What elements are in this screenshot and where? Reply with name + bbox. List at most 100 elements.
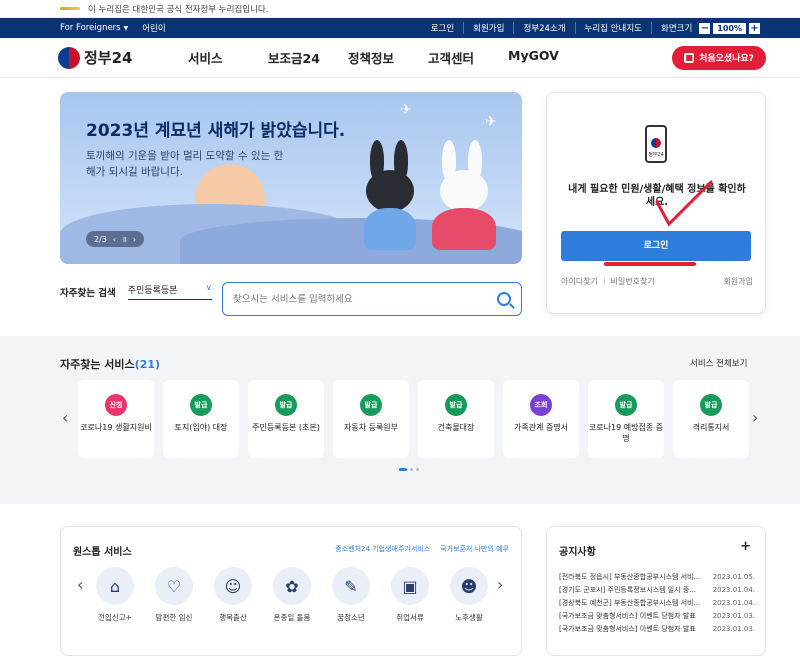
util-about-link[interactable]: 정부24소개: [513, 22, 574, 34]
login-button[interactable]: 로그인: [561, 231, 751, 261]
gov-banner-text: 이 누리집은 대한민국 공식 전자정부 누리집입니다.: [88, 4, 269, 15]
service-card[interactable]: 신청 코로나19 생활지원비: [78, 380, 154, 458]
nav-item-subsidy[interactable]: 보조금24: [268, 48, 348, 67]
frequent-search-select[interactable]: 주민등록등본 ∨: [127, 283, 212, 300]
pregnancy-icon: ♡: [155, 567, 193, 605]
sme-lifecycle-link[interactable]: 중소벤처24 기업생애주기서비스: [335, 544, 430, 554]
notice-row-date: 2023.01.05.: [712, 573, 755, 581]
service-badge: 발급: [275, 394, 297, 416]
for-foreigners-menu[interactable]: For Foreigners ▼: [60, 23, 128, 33]
service-badge: 발급: [360, 394, 382, 416]
onestop-item-label: 노후생활: [455, 613, 483, 622]
notice-row-title: [국가보조금 맞춤형서비스] 이벤트 당첨자 발표: [559, 612, 696, 620]
notice-row-date: 2023.01.03.: [712, 612, 755, 620]
black-rabbit-illustration: [362, 140, 418, 250]
service-name: 토지(임야) 대장: [174, 423, 228, 432]
veterans-link[interactable]: 국가보훈처 나만의 예우: [440, 544, 509, 554]
logo-text: 정부24: [84, 49, 133, 67]
frequent-services: 자주찾는 서비스(21) 서비스 전체보기 ‹ › 신청 코로나19 생활지원비…: [0, 336, 800, 504]
view-all-services-link[interactable]: 서비스 전체보기: [690, 357, 747, 369]
service-name: 주민등록등본 (초본): [252, 423, 320, 432]
zoom-out-button[interactable]: −: [699, 22, 711, 34]
pause-icon[interactable]: ॥: [122, 234, 127, 245]
onestop-item-label: 온종일 돌봄: [273, 613, 311, 622]
nav-item-policy[interactable]: 정책정보: [348, 48, 428, 67]
notice-row[interactable]: [경기도 군포시] 주민등록정보시스템 일시 중... 2023.01.04.: [559, 584, 755, 597]
frequent-search: 자주찾는 검색 주민등록등본 ∨: [60, 283, 212, 300]
chevron-left-icon[interactable]: ‹: [77, 575, 83, 594]
onestop-item[interactable]: ✿ 온종일 돌봄: [272, 567, 312, 623]
chevron-left-icon[interactable]: ‹: [62, 408, 68, 427]
mobile-phone-icon: 정부24: [645, 125, 667, 163]
hero-banner[interactable]: ✈ ✈ 2023년 계묘년 새해가 밝았습니다. 토끼해의 기운을 받아 멀리 …: [60, 92, 522, 264]
notice-row[interactable]: [경상북도 예천군] 부동산종합공부시스템 서비... 2023.01.04.: [559, 597, 755, 610]
service-card[interactable]: 발급 주민등록등본 (초본): [248, 380, 324, 458]
nav-item-services[interactable]: 서비스: [188, 48, 268, 67]
onestop-item[interactable]: ☺ 행복출산: [213, 567, 253, 623]
nav-item-mygov[interactable]: MyGOV: [508, 48, 588, 67]
prev-icon[interactable]: ‹: [113, 235, 116, 244]
nav-item-support[interactable]: 고객센터: [428, 48, 508, 67]
onestop-item-label: 취업서류: [396, 613, 424, 622]
service-card[interactable]: 발급 토지(임야) 대장: [163, 380, 239, 458]
utility-bar: For Foreigners ▼ 어린이 로그인 회원가입 정부24소개 누리집 …: [0, 18, 800, 38]
search-input[interactable]: [233, 293, 497, 305]
baby-icon: ☺: [214, 567, 252, 605]
service-badge: 조회: [530, 394, 552, 416]
find-password-link[interactable]: 비밀번호찾기: [611, 276, 655, 287]
util-sitemap-link[interactable]: 누리집 안내지도: [574, 22, 651, 34]
join-link[interactable]: 회원가입: [724, 276, 753, 287]
site-logo[interactable]: 정부24: [58, 46, 188, 69]
service-name: 가족관계 증명서: [513, 423, 569, 432]
onestop-item-label: 맘편한 임신: [155, 613, 193, 622]
gov-emblem-icon: [60, 4, 80, 13]
kids-link[interactable]: 어린이: [142, 22, 165, 34]
onestop-title: 원스톱 서비스: [73, 547, 132, 558]
onestop-item[interactable]: ▣ 취업서류: [390, 567, 430, 623]
zoom-label: 화면크기: [661, 24, 693, 34]
chevron-right-icon[interactable]: ›: [752, 408, 758, 427]
caret-down-icon: ▼: [123, 25, 129, 32]
zoom-in-button[interactable]: +: [749, 22, 760, 34]
onestop-item-label: 전입신고+: [98, 613, 132, 622]
carousel-pager: 2/3 ‹ ॥ ›: [86, 231, 145, 247]
search-icon[interactable]: [497, 292, 511, 306]
service-card[interactable]: 발급 코로나19 예방접종 증명: [588, 380, 664, 458]
notice-row[interactable]: [국가보조금 맞춤형서비스] 이벤트 당첨자 발표 2023.01.03.: [559, 610, 755, 623]
find-id-link[interactable]: 아이디찾기: [561, 276, 598, 287]
service-card[interactable]: 발급 건축물대장: [418, 380, 494, 458]
login-message: 내게 필요한 민원/생활/혜택 정보를 확인하세요.: [568, 184, 746, 208]
notice-row-title: [경상북도 예천군] 부동산종합공부시스템 서비...: [559, 599, 701, 607]
onestop-item[interactable]: ☻ 노후생활: [449, 567, 489, 623]
onestop-item-label: 행복출산: [219, 613, 247, 622]
first-visit-button[interactable]: ■ 처음오셨나요?: [672, 45, 766, 70]
service-card[interactable]: 발급 자동차 등록원부: [333, 380, 409, 458]
service-card[interactable]: 발급 격리통지서: [673, 380, 749, 458]
service-name: 자동차 등록원부: [343, 423, 399, 432]
next-icon[interactable]: ›: [133, 235, 136, 244]
onestop-item[interactable]: ♡ 맘편한 임신: [154, 567, 194, 623]
service-name: 코로나19 예방접종 증명: [588, 423, 664, 443]
notice-row[interactable]: [전라북도 정읍시] 부동산종합공부시스템 서비... 2023.01.05.: [559, 571, 755, 584]
onestop-item[interactable]: ✎ 꿈정소년: [331, 567, 371, 623]
search-box: [222, 282, 522, 316]
chevron-right-icon[interactable]: ›: [497, 575, 503, 594]
service-name: 건축물대장: [437, 423, 475, 432]
util-login-link[interactable]: 로그인: [422, 22, 463, 34]
elder-icon: ☻: [450, 567, 488, 605]
notice-row-title: [경기도 군포시] 주민등록정보시스템 일시 중...: [559, 586, 696, 594]
service-badge: 발급: [700, 394, 722, 416]
notice-title: 공지사항: [559, 547, 596, 558]
notice-panel: 공지사항 + [전라북도 정읍시] 부동산종합공부시스템 서비... 2023.…: [546, 526, 766, 656]
service-card[interactable]: 조회 가족관계 증명서: [503, 380, 579, 458]
util-join-link[interactable]: 회원가입: [463, 22, 513, 34]
onestop-item[interactable]: ⌂ 전입신고+: [95, 567, 135, 623]
more-plus-icon[interactable]: +: [740, 539, 751, 554]
search-label: 자주찾는 검색: [60, 287, 116, 299]
notice-row-date: 2023.01.03.: [712, 625, 755, 633]
service-name: 격리통지서: [692, 423, 730, 432]
zoom-level: 100%: [713, 22, 746, 34]
hero-title: 2023년 계묘년 새해가 밝았습니다.: [86, 121, 346, 141]
house-icon: ⌂: [96, 567, 134, 605]
notice-row[interactable]: [국가보조금 맞춤형서비스] 이벤트 당첨자 발표 2023.01.03.: [559, 623, 755, 636]
